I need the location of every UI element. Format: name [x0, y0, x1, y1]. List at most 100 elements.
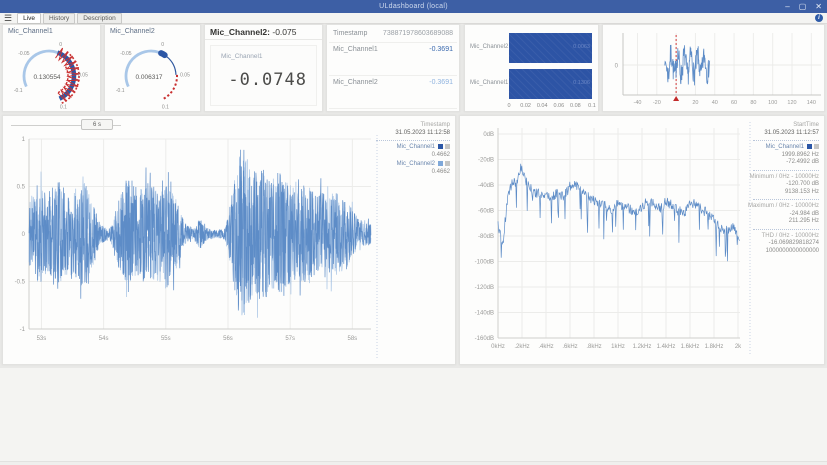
- tab-live[interactable]: Live: [17, 13, 41, 24]
- svg-text:60: 60: [731, 100, 737, 106]
- titlebar: ULdashboard (local) – ▢ ✕: [0, 0, 827, 13]
- stat-label: Maximum / 0Hz - 10000Hz: [747, 203, 819, 211]
- table-row: Mic_Channel2 -0.3691: [329, 76, 457, 109]
- bar-axis-tick: 0.02: [520, 103, 531, 109]
- svg-text:-0.1: -0.1: [14, 88, 23, 94]
- stat-value: -24.984 dB: [747, 211, 819, 219]
- app-window: ULdashboard (local) – ▢ ✕ ☰ Live History…: [0, 0, 827, 465]
- svg-text:1.8kHz: 1.8kHz: [705, 344, 724, 350]
- series-color-swatch[interactable]: [438, 144, 443, 149]
- svg-text:.2kHz: .2kHz: [514, 344, 529, 350]
- numeric-header-label: Mic_Channel2:: [210, 27, 270, 37]
- svg-text:80: 80: [750, 100, 756, 106]
- legend-starttime-value: 31.05.2023 11:12:57: [747, 130, 819, 138]
- series-name: Mic_Channel2: [397, 161, 435, 167]
- bottom-empty-area: [0, 368, 827, 461]
- table-row-label: Timestamp: [333, 30, 367, 37]
- svg-text:0: 0: [615, 64, 619, 70]
- svg-text:0.130554: 0.130554: [33, 74, 60, 81]
- series-name: Mic_Channel1: [766, 144, 804, 150]
- svg-text:0.006317: 0.006317: [135, 74, 162, 81]
- gauge-title: Mic_Channel2: [110, 28, 155, 35]
- svg-text:57s: 57s: [285, 336, 295, 342]
- bar-axis-tick: 0: [507, 103, 510, 109]
- svg-text:0: 0: [22, 232, 26, 238]
- menu-icon[interactable]: ☰: [4, 13, 12, 23]
- table-row: Mic_Channel1 -0.3691: [329, 43, 457, 76]
- numeric-value: -0.0748: [228, 70, 307, 90]
- spectrum-legend: StartTime31.05.2023 11:12:57 Mic_Channel1…: [747, 122, 819, 255]
- svg-text:1: 1: [22, 137, 26, 143]
- legend-separator: [753, 170, 819, 171]
- legend-series-Mic_Channel1[interactable]: Mic_Channel1: [747, 144, 819, 152]
- panel-gauge-mic-channel2: Mic_Channel2 -0.1-0.0500.050.10.006317: [104, 24, 201, 112]
- time-window-slider-handle[interactable]: 6 s: [81, 119, 113, 130]
- series-options-icon[interactable]: [445, 161, 450, 166]
- bar-fill: 0.0063: [509, 33, 592, 63]
- numeric-channel-label: Mic_Channel1: [221, 53, 263, 60]
- series-options-icon[interactable]: [814, 144, 819, 149]
- svg-text:20: 20: [692, 100, 698, 106]
- series-level: -72.4992 dB: [747, 159, 819, 167]
- value-table: Timestamp738871978603689088 Mic_Channel1 -…: [329, 27, 457, 109]
- mini-chart[interactable]: 0-40-2020406080100120140: [603, 25, 824, 111]
- panel-waveform-chart: 6 s 10.50-0.5-153s54s55s56s57s58s Timest…: [2, 115, 456, 365]
- series-options-icon[interactable]: [445, 144, 450, 149]
- table-row-value: -0.3691: [429, 46, 453, 53]
- svg-text:100: 100: [768, 100, 777, 106]
- toolbar: ☰ Live History Description i: [0, 13, 827, 24]
- svg-text:-60dB: -60dB: [478, 209, 494, 215]
- svg-text:0.05: 0.05: [180, 72, 190, 78]
- maximize-button[interactable]: ▢: [799, 0, 807, 13]
- svg-text:-40: -40: [634, 100, 642, 106]
- table-row-label: Mic_Channel2: [333, 79, 378, 86]
- legend-separator: [753, 199, 819, 200]
- svg-text:-40dB: -40dB: [478, 183, 494, 189]
- bar-axis-tick: 0.04: [537, 103, 548, 109]
- panel-gauge-mic-channel1: Mic_Channel1 -0.1-0.0500.050.10.130554: [2, 24, 101, 112]
- gauge-title: Mic_Channel1: [8, 28, 53, 35]
- bar-row-Mic_Channel1: Mic_Channel10.1306: [465, 69, 598, 99]
- bar-track: 0.1306: [509, 69, 592, 99]
- svg-text:1.4kHz: 1.4kHz: [657, 344, 676, 350]
- info-icon[interactable]: i: [815, 14, 823, 22]
- series-color-swatch[interactable]: [438, 161, 443, 166]
- stat-label: THD / 0Hz - 10000Hz: [747, 233, 819, 241]
- stat-value: -16.069829818274: [747, 240, 819, 248]
- bar-rows: Mic_Channel20.0063Mic_Channel10.1306: [465, 33, 598, 99]
- svg-text:0: 0: [59, 42, 62, 48]
- table-row-label: Mic_Channel1: [333, 46, 378, 53]
- bar-track: 0.0063: [509, 33, 592, 63]
- svg-text:0.05: 0.05: [78, 72, 88, 78]
- close-button[interactable]: ✕: [815, 0, 822, 13]
- waveform-legend: Timestamp31.05.2023 11:12:58Mic_Channel1…: [370, 122, 450, 176]
- series-color-swatch[interactable]: [807, 144, 812, 149]
- table-row: Timestamp738871978603689088: [329, 27, 457, 43]
- series-name: Mic_Channel1: [397, 144, 435, 150]
- tab-description[interactable]: Description: [77, 13, 122, 24]
- minimize-button[interactable]: –: [785, 0, 789, 13]
- bar-value-label: 0.0063: [573, 44, 590, 50]
- bar-axis-tick: 0.08: [570, 103, 581, 109]
- legend-series-Mic_Channel1[interactable]: Mic_Channel1: [370, 144, 450, 152]
- stat-value: -120.700 dB: [747, 181, 819, 189]
- window-controls: – ▢ ✕: [785, 0, 822, 13]
- svg-text:40: 40: [712, 100, 718, 106]
- svg-text:-0.05: -0.05: [120, 51, 132, 57]
- svg-text:-80dB: -80dB: [478, 234, 494, 240]
- stat-label: Minimum / 0Hz - 10000Hz: [747, 174, 819, 182]
- numeric-header: Mic_Channel2: -0.075: [205, 25, 322, 40]
- legend-series-Mic_Channel2[interactable]: Mic_Channel2: [370, 161, 450, 169]
- svg-text:-0.5: -0.5: [15, 280, 26, 286]
- series-value: 0.4662: [370, 152, 450, 160]
- svg-text:-20dB: -20dB: [478, 158, 494, 164]
- svg-text:0dB: 0dB: [483, 132, 494, 138]
- svg-text:0kHz: 0kHz: [491, 344, 505, 350]
- svg-text:0.5: 0.5: [17, 185, 26, 191]
- tab-history[interactable]: History: [43, 13, 75, 24]
- svg-text:-100dB: -100dB: [475, 260, 494, 266]
- svg-text:54s: 54s: [99, 336, 109, 342]
- table-row-value: -0.3691: [429, 79, 453, 86]
- legend-starttime-label: StartTime: [747, 122, 819, 130]
- svg-text:-140dB: -140dB: [475, 311, 494, 317]
